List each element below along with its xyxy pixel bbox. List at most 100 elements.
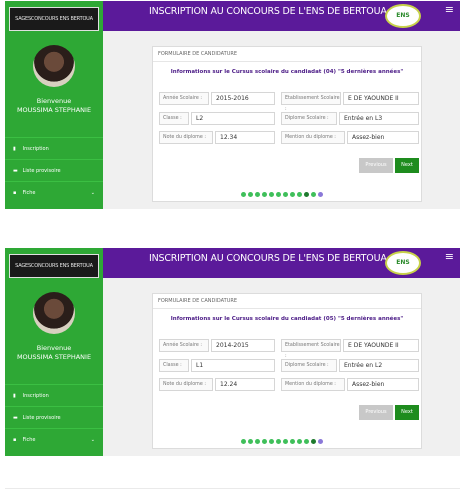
note-field: Note du diplome : 12.24 xyxy=(159,378,275,391)
sidebar-item-label: Fiche xyxy=(22,437,36,443)
sidebar: SAGESCONCOURS ENS BERTOUA Bienvenue MOUS… xyxy=(5,1,103,209)
etablissement-label: Etablissement Scolaire : xyxy=(281,339,341,359)
avatar xyxy=(33,292,75,334)
step-dot[interactable] xyxy=(304,192,309,197)
file-icon: ▪ xyxy=(13,437,17,443)
step-dot[interactable] xyxy=(262,192,267,197)
sidebar-item-liste-provisoire[interactable]: ▬ Liste provisoire xyxy=(5,159,103,181)
form-card: FORMULAIRE DE CANDIDATURE Informations s… xyxy=(152,46,422,202)
mention-field: Mention du diplome : Assez-bien xyxy=(281,378,419,391)
previous-button[interactable]: Previous xyxy=(359,158,393,173)
note-input[interactable]: 12.34 xyxy=(215,131,275,144)
step-dot[interactable] xyxy=(318,439,323,444)
file-icon: ▪ xyxy=(13,190,17,196)
mention-input[interactable]: Assez-bien xyxy=(347,131,419,144)
top-bar: INSCRIPTION AU CONCOURS DE L'ENS DE BERT… xyxy=(103,1,460,31)
etablissement-input[interactable]: E DE YAOUNDE II xyxy=(343,92,419,105)
classe-field: Classe : L1 xyxy=(159,359,275,372)
chart-icon: ▮ xyxy=(13,146,16,152)
step-dot[interactable] xyxy=(311,439,316,444)
user-name: MOUSSIMA STEPHANIE xyxy=(16,106,92,114)
chevron-down-icon: ⌄ xyxy=(90,190,95,196)
previous-button[interactable]: Previous xyxy=(359,405,393,420)
annee-input[interactable]: 2015-2016 xyxy=(211,92,275,105)
page-title: INSCRIPTION AU CONCOURS DE L'ENS DE BERT… xyxy=(149,253,387,264)
car-icon: ▬ xyxy=(13,168,18,174)
step-dot[interactable] xyxy=(318,192,323,197)
classe-label: Classe : xyxy=(159,359,189,372)
sidebar-item-label: Liste provisoire xyxy=(22,168,61,174)
annee-input[interactable]: 2014-2015 xyxy=(211,339,275,352)
diplome-field: Diplome Scolaire : Entrée en L2 xyxy=(281,359,419,372)
sidebar-item-label: Liste provisoire xyxy=(22,415,61,421)
step-dot[interactable] xyxy=(297,192,302,197)
step-dot[interactable] xyxy=(241,192,246,197)
mention-label: Mention du diplome : xyxy=(281,378,345,391)
form-section-title: Informations sur le Cursus scolaire du c… xyxy=(170,69,404,75)
next-button[interactable]: Next xyxy=(395,405,419,420)
school-emblem: ENS xyxy=(385,4,421,28)
sidebar-item-inscription[interactable]: ▮ Inscription xyxy=(5,384,103,406)
sidebar-item-inscription[interactable]: ▮ Inscription xyxy=(5,137,103,159)
etablissement-input[interactable]: E DE YAOUNDE II xyxy=(343,339,419,352)
user-name: MOUSSIMA STEPHANIE xyxy=(16,353,92,361)
page-title: INSCRIPTION AU CONCOURS DE L'ENS DE BERT… xyxy=(149,6,387,17)
step-dot[interactable] xyxy=(255,192,260,197)
diplome-field: Diplome Scolaire : Entrée en L3 xyxy=(281,112,419,125)
app-logo[interactable]: SAGESCONCOURS ENS BERTOUA xyxy=(9,254,99,278)
step-dot[interactable] xyxy=(255,439,260,444)
app-logo[interactable]: SAGESCONCOURS ENS BERTOUA xyxy=(9,7,99,31)
classe-input[interactable]: L2 xyxy=(191,112,275,125)
hamburger-icon[interactable]: ≡ xyxy=(445,3,454,16)
sidebar-item-fiche[interactable]: ▪ Fiche ⌄ xyxy=(5,428,103,450)
step-dot[interactable] xyxy=(290,439,295,444)
mention-label: Mention du diplome : xyxy=(281,131,345,144)
step-dot[interactable] xyxy=(248,439,253,444)
form-card: FORMULAIRE DE CANDIDATURE Informations s… xyxy=(152,293,422,449)
step-indicator xyxy=(241,192,323,198)
sidebar-menu: ▮ Inscription ▬ Liste provisoire ▪ Fiche… xyxy=(5,137,103,203)
mention-input[interactable]: Assez-bien xyxy=(347,378,419,391)
chart-icon: ▮ xyxy=(13,393,16,399)
classe-label: Classe : xyxy=(159,112,189,125)
step-dot[interactable] xyxy=(290,192,295,197)
step-dot[interactable] xyxy=(283,439,288,444)
step-dot[interactable] xyxy=(311,192,316,197)
mention-field: Mention du diplome : Assez-bien xyxy=(281,131,419,144)
next-button[interactable]: Next xyxy=(395,158,419,173)
step-dot[interactable] xyxy=(304,439,309,444)
step-dot[interactable] xyxy=(276,192,281,197)
card-header: FORMULAIRE DE CANDIDATURE xyxy=(153,47,421,62)
step-dot[interactable] xyxy=(269,439,274,444)
screenshot-2: SAGESCONCOURS ENS BERTOUA Bienvenue MOUS… xyxy=(5,248,460,456)
sidebar-item-label: Fiche xyxy=(22,190,36,196)
diplome-label: Diplome Scolaire : xyxy=(281,112,337,125)
sidebar-menu: ▮ Inscription ▬ Liste provisoire ▪ Fiche… xyxy=(5,384,103,450)
sidebar-item-label: Inscription xyxy=(22,146,49,152)
step-dot[interactable] xyxy=(269,192,274,197)
note-input[interactable]: 12.24 xyxy=(215,378,275,391)
step-dot[interactable] xyxy=(248,192,253,197)
etablissement-label: Etablissement Scolaire : xyxy=(281,92,341,112)
sidebar-item-fiche[interactable]: ▪ Fiche ⌄ xyxy=(5,181,103,203)
hamburger-icon[interactable]: ≡ xyxy=(445,250,454,263)
card-header: FORMULAIRE DE CANDIDATURE xyxy=(153,294,421,309)
sidebar-item-liste-provisoire[interactable]: ▬ Liste provisoire xyxy=(5,406,103,428)
divider xyxy=(5,488,460,489)
sidebar-item-label: Inscription xyxy=(22,393,49,399)
step-dot[interactable] xyxy=(241,439,246,444)
diplome-input[interactable]: Entrée en L3 xyxy=(339,112,419,125)
step-dot[interactable] xyxy=(297,439,302,444)
diplome-input[interactable]: Entrée en L2 xyxy=(339,359,419,372)
step-dot[interactable] xyxy=(276,439,281,444)
top-bar: INSCRIPTION AU CONCOURS DE L'ENS DE BERT… xyxy=(103,248,460,278)
welcome-block: Bienvenue MOUSSIMA STEPHANIE xyxy=(5,97,103,115)
step-dot[interactable] xyxy=(283,192,288,197)
chevron-down-icon: ⌄ xyxy=(90,437,95,443)
step-dot[interactable] xyxy=(262,439,267,444)
classe-field: Classe : L2 xyxy=(159,112,275,125)
classe-input[interactable]: L1 xyxy=(191,359,275,372)
annee-field: Année Scolaire : 2014-2015 xyxy=(159,339,275,352)
annee-field: Année Scolaire : 2015-2016 xyxy=(159,92,275,105)
note-field: Note du diplome : 12.34 xyxy=(159,131,275,144)
